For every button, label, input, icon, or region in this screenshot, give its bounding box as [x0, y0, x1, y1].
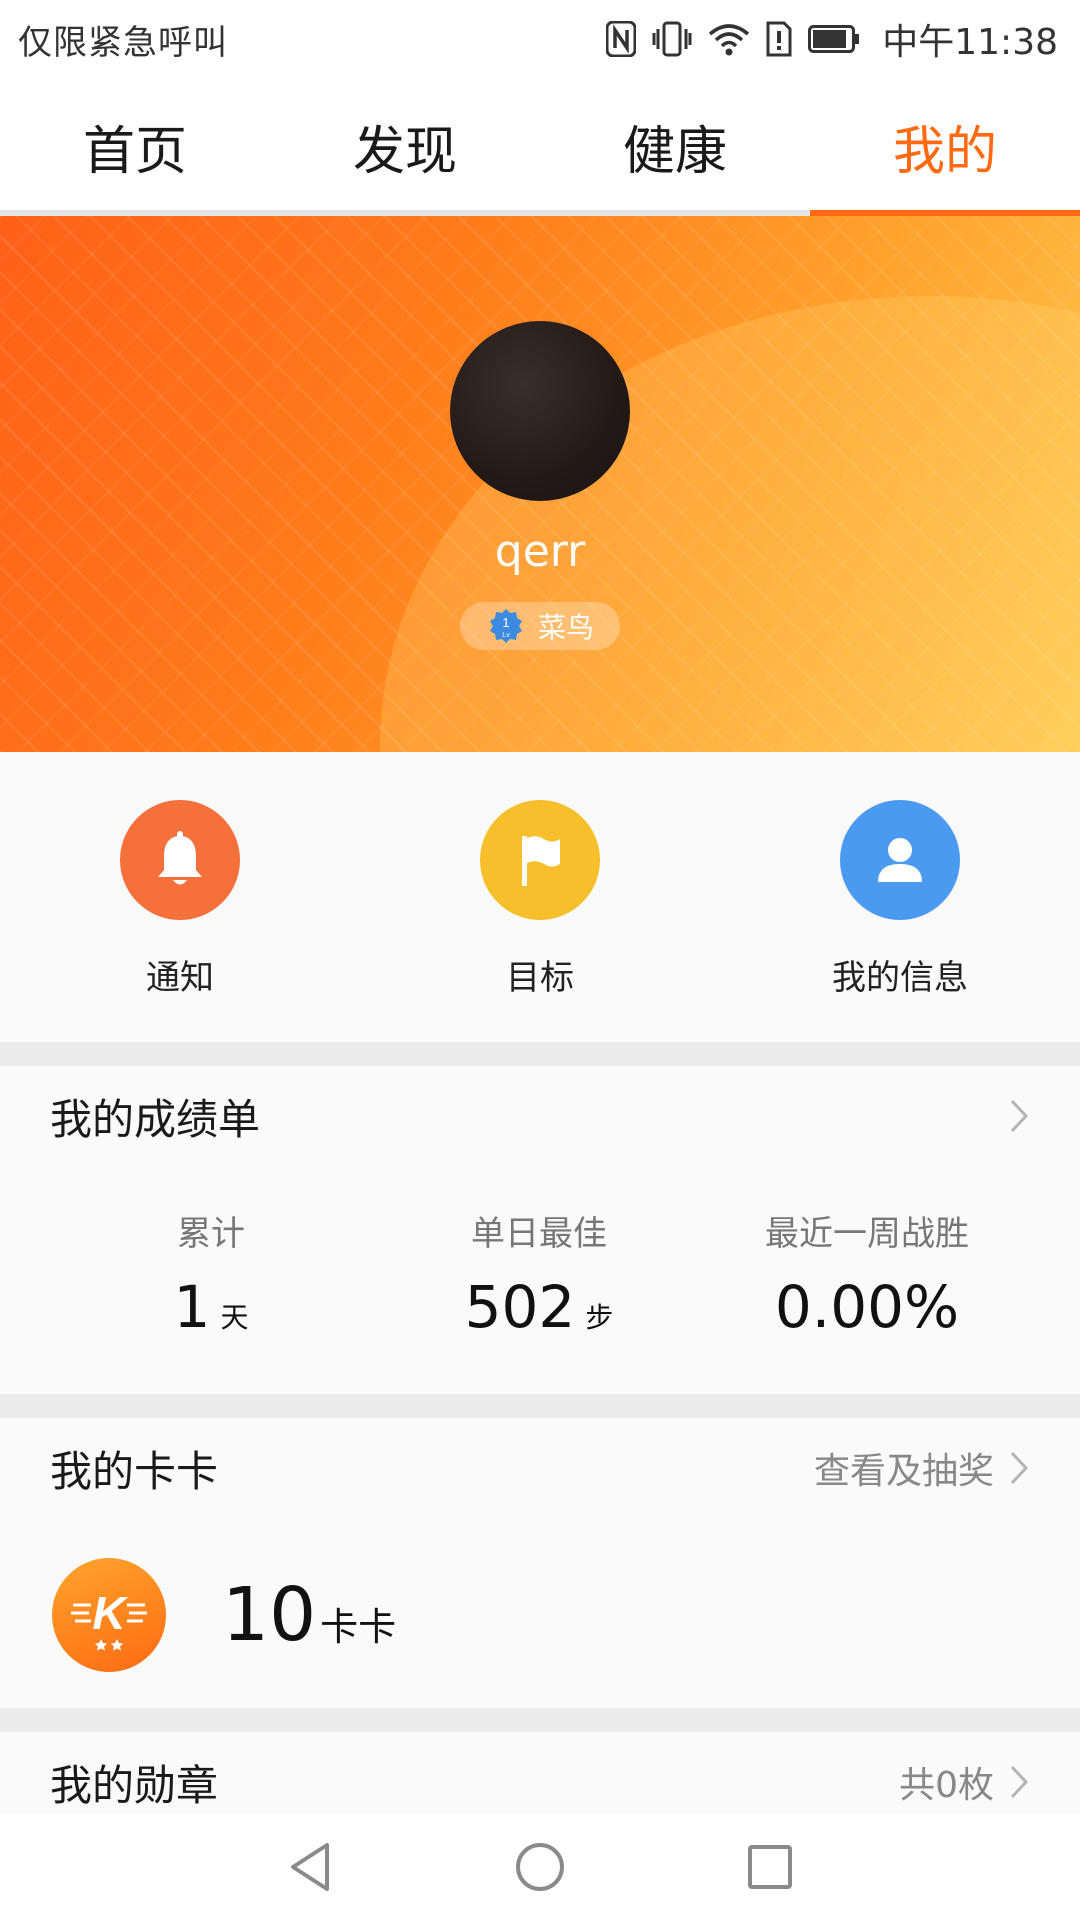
- kaka-value: 10: [222, 1572, 317, 1658]
- section-divider: [0, 1394, 1080, 1418]
- wifi-icon: [708, 19, 750, 59]
- section-divider: [0, 1042, 1080, 1066]
- report-card: 我的成绩单 累计 1 天 单日最佳 502 步 最近一周战胜 0.00%: [0, 1066, 1080, 1394]
- profile-header: qerr 1 Lv 菜鸟: [0, 216, 1080, 752]
- tab-discover[interactable]: 发现: [270, 78, 540, 214]
- status-icons: 中午11:38: [606, 13, 1058, 65]
- system-navigation-bar: [0, 1814, 1080, 1920]
- carrier-text: 仅限紧急呼叫: [18, 22, 228, 63]
- bell-icon: [120, 800, 240, 920]
- avatar[interactable]: [450, 321, 630, 501]
- vibrate-icon: [652, 19, 692, 59]
- tab-mine[interactable]: 我的: [810, 78, 1080, 214]
- shortcut-label: 我的信息: [832, 958, 968, 998]
- top-tab-bar: 首页 发现 健康 我的: [0, 78, 1080, 214]
- sim-alert-icon: [766, 19, 792, 59]
- level-prefix: Lv: [502, 632, 510, 639]
- stat-best-day: 单日最佳 502 步: [375, 1206, 703, 1341]
- kaka-balance: K 10 卡卡: [52, 1558, 396, 1672]
- report-card-header[interactable]: 我的成绩单: [50, 1066, 1030, 1166]
- kaka-logo-icon: K: [52, 1558, 166, 1672]
- chevron-right-icon[interactable]: [1008, 1098, 1030, 1134]
- chevron-right-icon[interactable]: [1008, 1764, 1030, 1800]
- shortcut-row: 通知 目标 我的信息: [0, 752, 1080, 1042]
- stat-label: 累计: [177, 1214, 245, 1254]
- flag-icon: [480, 800, 600, 920]
- level-title: 菜鸟: [537, 611, 594, 644]
- stat-value-row: 502 步: [465, 1273, 614, 1341]
- stat-unit: 天: [220, 1301, 249, 1334]
- tab-health[interactable]: 健康: [540, 78, 810, 214]
- medal-count[interactable]: 共0枚: [899, 1756, 994, 1808]
- kaka-value-row: 10 卡卡: [222, 1572, 396, 1658]
- medals-card-title: 我的勋章: [50, 1760, 219, 1810]
- stat-value: 0.00%: [774, 1273, 960, 1341]
- person-icon: [840, 800, 960, 920]
- kaka-card-header[interactable]: 我的卡卡 查看及抽奖: [50, 1418, 1030, 1518]
- shortcut-label: 通知: [146, 958, 214, 998]
- username: qerr: [494, 526, 586, 577]
- shortcut-notifications[interactable]: 通知: [0, 752, 360, 1042]
- kaka-unit: 卡卡: [320, 1605, 397, 1649]
- shortcut-my-info[interactable]: 我的信息: [720, 752, 1080, 1042]
- stat-label: 单日最佳: [471, 1214, 607, 1254]
- shortcut-goals[interactable]: 目标: [360, 752, 720, 1042]
- stat-weekly-beat: 最近一周战胜 0.00%: [703, 1206, 1031, 1341]
- stat-value-row: 1 天: [174, 1273, 249, 1341]
- stat-label: 最近一周战胜: [765, 1214, 969, 1254]
- battery-icon: [808, 19, 860, 59]
- shortcut-label: 目标: [506, 958, 574, 998]
- kaka-card: 我的卡卡 查看及抽奖 K 10 卡卡: [0, 1418, 1080, 1708]
- status-time: 中午11:38: [882, 22, 1058, 63]
- stat-total-days: 累计 1 天: [47, 1206, 375, 1341]
- screen: 仅限紧急呼叫 中午11:38 首页 发现 健康 我的 qerr 1 Lv 菜鸟 …: [0, 0, 1080, 1920]
- level-number: 1: [502, 615, 509, 630]
- view-and-draw-link[interactable]: 查看及抽奖: [814, 1442, 994, 1494]
- stat-value-row: 0.00%: [775, 1273, 959, 1341]
- level-medal-icon: 1 Lv: [486, 607, 526, 645]
- report-card-title: 我的成绩单: [50, 1094, 261, 1144]
- chevron-right-icon[interactable]: [1008, 1450, 1030, 1486]
- recents-icon[interactable]: [740, 1837, 800, 1897]
- tab-home[interactable]: 首页: [0, 78, 270, 214]
- report-stats: 累计 1 天 单日最佳 502 步 最近一周战胜 0.00%: [0, 1206, 1080, 1341]
- home-icon[interactable]: [510, 1837, 570, 1897]
- back-icon[interactable]: [280, 1837, 340, 1897]
- stat-unit: 步: [585, 1301, 614, 1334]
- section-divider: [0, 1708, 1080, 1732]
- kaka-logo-letter: K: [92, 1587, 128, 1639]
- stat-value: 502: [464, 1273, 576, 1341]
- level-badge[interactable]: 1 Lv 菜鸟: [460, 602, 620, 650]
- status-bar: 仅限紧急呼叫 中午11:38: [0, 0, 1080, 78]
- stat-value: 1: [173, 1273, 211, 1341]
- medals-card: 我的勋章 共0枚: [0, 1732, 1080, 1814]
- kaka-card-title: 我的卡卡: [50, 1446, 219, 1496]
- nfc-icon: [606, 19, 637, 59]
